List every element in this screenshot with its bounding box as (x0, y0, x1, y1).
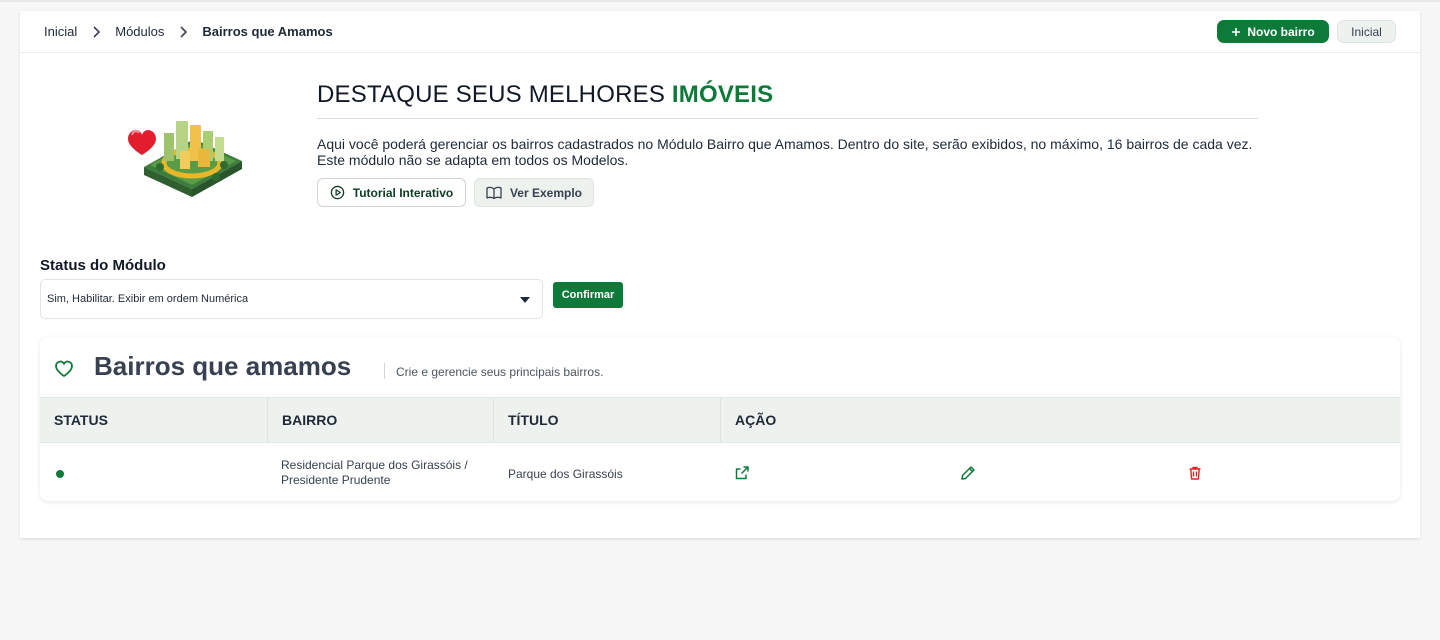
tutorial-label: Tutorial Interativo (352, 185, 454, 200)
column-bairro: BAIRRO (267, 398, 493, 442)
heart-icon (55, 360, 73, 377)
cell-bairro: Residencial Parque dos Girassóis / Presi… (281, 458, 468, 487)
hero-divider (317, 118, 1258, 119)
cell-titulo: Parque dos Girassóis (508, 467, 623, 481)
home-button-label: Inicial (1351, 24, 1382, 39)
breadcrumb-item-modulos[interactable]: Módulos (115, 24, 164, 39)
confirm-label: Confirmar (561, 289, 615, 301)
external-link-icon[interactable] (734, 465, 750, 481)
hero-title: DESTAQUE SEUS MELHORES IMÓVEIS (317, 81, 773, 109)
new-bairro-label: Novo bairro (1247, 24, 1315, 39)
confirm-button[interactable]: Confirmar (553, 282, 623, 308)
trash-icon[interactable] (1187, 465, 1203, 481)
list-subtitle: Crie e gerencie seus principais bairros. (396, 365, 604, 379)
bairros-list-card: Bairros que amamos Crie e gerencie seus … (40, 337, 1400, 501)
status-module-selected: Sim, Habilitar. Exibir em ordem Numérica (47, 293, 249, 305)
city-heart-illustration (128, 121, 242, 197)
table-row: Residencial Parque dos Girassóis / Presi… (40, 443, 1400, 501)
column-titulo: TÍTULO (493, 398, 720, 442)
status-active-dot (56, 470, 64, 478)
chevron-right-icon (93, 25, 101, 38)
column-acao: AÇÃO (720, 398, 1400, 442)
plus-icon (1232, 27, 1241, 36)
hero-description: Aqui você poderá gerenciar os bairros ca… (317, 136, 1253, 168)
home-button[interactable]: Inicial (1337, 20, 1396, 43)
page-header: Inicial Módulos Bairros que Amamos Novo … (20, 11, 1420, 53)
hero-title-accent: IMÓVEIS (671, 81, 774, 108)
list-title-divider (384, 363, 385, 379)
main-card: Inicial Módulos Bairros que Amamos Novo … (20, 11, 1420, 538)
column-status: STATUS (54, 412, 108, 428)
status-module-select[interactable]: Sim, Habilitar. Exibir em ordem Numérica (40, 279, 543, 319)
example-button[interactable]: Ver Exemplo (474, 178, 594, 207)
new-bairro-button[interactable]: Novo bairro (1217, 20, 1329, 43)
pencil-icon[interactable] (960, 465, 976, 481)
hero-title-prefix: DESTAQUE SEUS MELHORES (317, 81, 666, 108)
top-border (0, 0, 1440, 2)
tutorial-button[interactable]: Tutorial Interativo (317, 178, 466, 207)
list-title: Bairros que amamos (94, 351, 352, 381)
caret-down-icon (520, 297, 530, 303)
chevron-right-icon (180, 25, 188, 38)
example-label: Ver Exemplo (509, 185, 583, 200)
status-module-label: Status do Módulo (40, 257, 166, 274)
breadcrumb: Inicial Módulos Bairros que Amamos (44, 24, 333, 39)
breadcrumb-current: Bairros que Amamos (202, 24, 333, 39)
table-header: STATUS BAIRRO TÍTULO AÇÃO (40, 397, 1400, 443)
play-circle-icon (330, 185, 345, 200)
breadcrumb-item-inicial[interactable]: Inicial (44, 24, 77, 39)
book-open-icon (486, 186, 502, 199)
